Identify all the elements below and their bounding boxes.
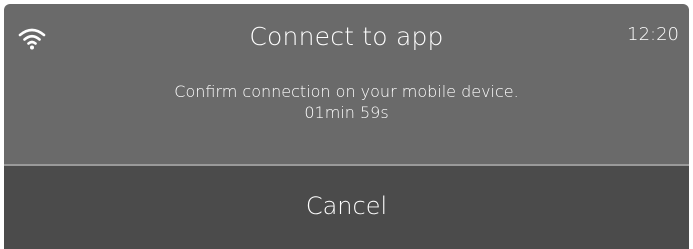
dialog-panel: Connect to app 12:20 Confirm connection … [4, 4, 689, 164]
cancel-button[interactable]: Cancel [4, 166, 689, 249]
confirm-instruction: Confirm connection on your mobile device… [174, 82, 519, 101]
countdown-timer: 01min 59s [304, 103, 389, 122]
dialog-message: Confirm connection on your mobile device… [4, 81, 689, 123]
dialog-title: Connect to app [249, 22, 444, 51]
connect-to-app-dialog: Connect to app 12:20 Confirm connection … [0, 0, 693, 249]
status-clock: 12:20 [627, 24, 679, 45]
